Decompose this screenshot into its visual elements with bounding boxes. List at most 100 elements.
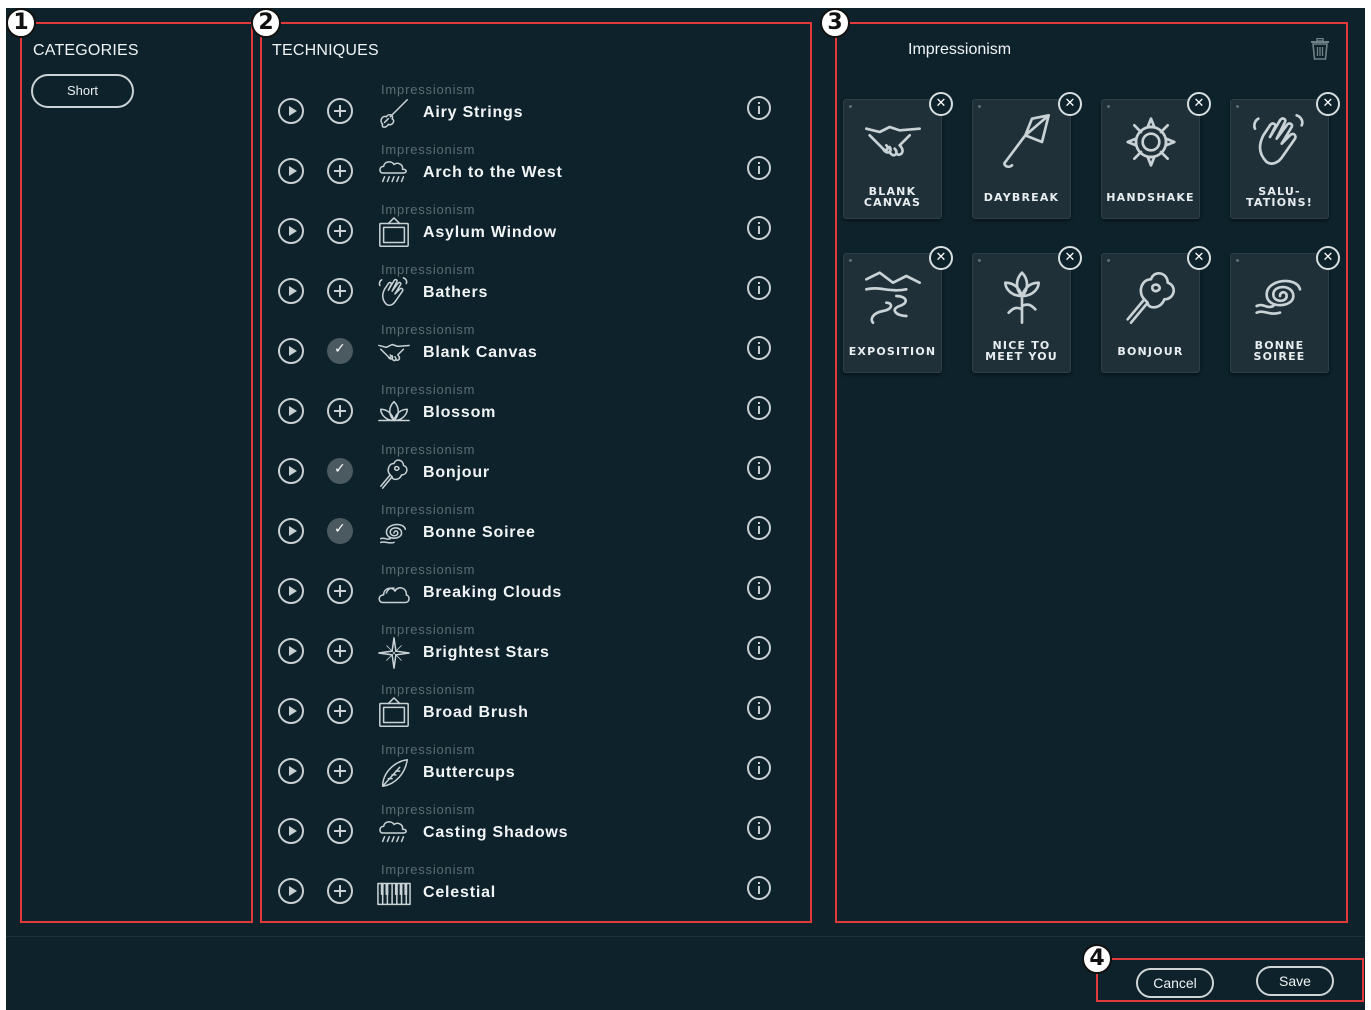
- technique-row[interactable]: Impressionism Airy Strings: [270, 78, 790, 138]
- technique-name: Bonjour: [423, 464, 490, 481]
- selected-technique-tile[interactable]: SALU- TATIONS! ✕: [1230, 92, 1340, 219]
- technique-row[interactable]: Impressionism Broad Brush: [270, 678, 790, 738]
- remove-tile-close-icon[interactable]: ✕: [1316, 246, 1340, 270]
- tile-dot: [1236, 105, 1239, 108]
- play-icon[interactable]: [278, 578, 304, 604]
- add-icon[interactable]: [327, 698, 353, 724]
- selected-technique-tile[interactable]: BLANK CANVAS ✕: [843, 92, 953, 219]
- play-icon[interactable]: [278, 458, 304, 484]
- technique-row[interactable]: Impressionism Brightest Stars: [270, 618, 790, 678]
- tile-dot: [1107, 105, 1110, 108]
- piano-keys-icon: [376, 876, 412, 910]
- remove-tile-close-icon[interactable]: ✕: [1316, 92, 1340, 116]
- added-check-icon[interactable]: [327, 458, 353, 484]
- add-icon[interactable]: [327, 398, 353, 424]
- info-icon[interactable]: [747, 456, 771, 480]
- remove-tile-close-icon[interactable]: ✕: [1058, 246, 1082, 270]
- info-icon[interactable]: [747, 96, 771, 120]
- play-icon[interactable]: [278, 698, 304, 724]
- remove-tile-close-icon[interactable]: ✕: [929, 246, 953, 270]
- info-icon[interactable]: [747, 696, 771, 720]
- info-icon[interactable]: [747, 816, 771, 840]
- tile-dot: [978, 105, 981, 108]
- play-icon[interactable]: [278, 218, 304, 244]
- add-icon[interactable]: [327, 758, 353, 784]
- add-icon[interactable]: [327, 878, 353, 904]
- cancel-button[interactable]: Cancel: [1136, 968, 1214, 998]
- info-icon[interactable]: [747, 516, 771, 540]
- technique-category: Impressionism: [381, 82, 476, 97]
- selected-technique-tile[interactable]: NICE TO MEET YOU ✕: [972, 246, 1082, 373]
- tile-label: SALU- TATIONS!: [1233, 186, 1326, 208]
- remove-tile-close-icon[interactable]: ✕: [1187, 246, 1211, 270]
- selected-technique-tile[interactable]: HANDSHAKE ✕: [1101, 92, 1211, 219]
- technique-row[interactable]: Impressionism Bonne Soiree: [270, 498, 790, 558]
- play-icon[interactable]: [278, 338, 304, 364]
- technique-row[interactable]: Impressionism Bonjour: [270, 438, 790, 498]
- info-icon[interactable]: [747, 276, 771, 300]
- info-icon[interactable]: [747, 156, 771, 180]
- info-icon[interactable]: [747, 756, 771, 780]
- technique-name: Bonne Soiree: [423, 524, 536, 541]
- tile-label: BONJOUR: [1117, 345, 1184, 358]
- add-icon[interactable]: [327, 218, 353, 244]
- technique-category: Impressionism: [381, 142, 476, 157]
- technique-name: Brightest Stars: [423, 644, 550, 661]
- technique-row[interactable]: Impressionism Blank Canvas: [270, 318, 790, 378]
- technique-name: Blank Canvas: [423, 344, 538, 361]
- added-check-icon[interactable]: [327, 518, 353, 544]
- selected-technique-tile[interactable]: DAYBREAK ✕: [972, 92, 1082, 219]
- add-icon[interactable]: [327, 578, 353, 604]
- add-icon[interactable]: [327, 638, 353, 664]
- technique-row[interactable]: Impressionism Buttercups: [270, 738, 790, 798]
- info-icon[interactable]: [747, 636, 771, 660]
- play-icon[interactable]: [278, 758, 304, 784]
- added-check-icon[interactable]: [327, 338, 353, 364]
- play-icon[interactable]: [278, 518, 304, 544]
- add-icon[interactable]: [327, 818, 353, 844]
- trash-icon[interactable]: [1310, 38, 1330, 60]
- technique-name: Asylum Window: [423, 224, 557, 241]
- info-icon[interactable]: [747, 216, 771, 240]
- technique-row[interactable]: Impressionism Celestial: [270, 858, 790, 918]
- tile-dot: [849, 259, 852, 262]
- save-button[interactable]: Save: [1256, 966, 1334, 996]
- remove-tile-close-icon[interactable]: ✕: [929, 92, 953, 116]
- technique-category: Impressionism: [381, 802, 476, 817]
- tile-label: NICE TO MEET YOU: [975, 340, 1068, 362]
- technique-row[interactable]: Impressionism Arch to the West: [270, 138, 790, 198]
- handshake-icon: [863, 112, 923, 172]
- picture-frame-icon: [376, 216, 412, 250]
- play-icon[interactable]: [278, 878, 304, 904]
- remove-tile-close-icon[interactable]: ✕: [1187, 92, 1211, 116]
- selection-title: Impressionism: [908, 41, 1012, 58]
- play-icon[interactable]: [278, 638, 304, 664]
- technique-row[interactable]: Impressionism Blossom: [270, 378, 790, 438]
- category-short-button[interactable]: Short: [31, 74, 134, 108]
- play-icon[interactable]: [278, 98, 304, 124]
- add-icon[interactable]: [327, 278, 353, 304]
- info-icon[interactable]: [747, 336, 771, 360]
- remove-tile-close-icon[interactable]: ✕: [1058, 92, 1082, 116]
- selected-technique-tile[interactable]: BONNE SOIREE ✕: [1230, 246, 1340, 373]
- iris-flower-icon: [992, 266, 1052, 326]
- technique-row[interactable]: Impressionism Asylum Window: [270, 198, 790, 258]
- technique-row[interactable]: Impressionism Bathers: [270, 258, 790, 318]
- tile-label: EXPOSITION: [848, 345, 937, 358]
- info-icon[interactable]: [747, 576, 771, 600]
- selected-technique-tile[interactable]: BONJOUR ✕: [1101, 246, 1211, 373]
- tile-label: HANDSHAKE: [1106, 191, 1195, 204]
- technique-category: Impressionism: [381, 682, 476, 697]
- info-icon[interactable]: [747, 876, 771, 900]
- add-icon[interactable]: [327, 158, 353, 184]
- play-icon[interactable]: [278, 278, 304, 304]
- technique-row[interactable]: Impressionism Casting Shadows: [270, 798, 790, 858]
- info-icon[interactable]: [747, 396, 771, 420]
- technique-row[interactable]: Impressionism Breaking Clouds: [270, 558, 790, 618]
- play-icon[interactable]: [278, 158, 304, 184]
- play-icon[interactable]: [278, 398, 304, 424]
- leaf-icon: [376, 756, 412, 790]
- play-icon[interactable]: [278, 818, 304, 844]
- add-icon[interactable]: [327, 98, 353, 124]
- selected-technique-tile[interactable]: EXPOSITION ✕: [843, 246, 953, 373]
